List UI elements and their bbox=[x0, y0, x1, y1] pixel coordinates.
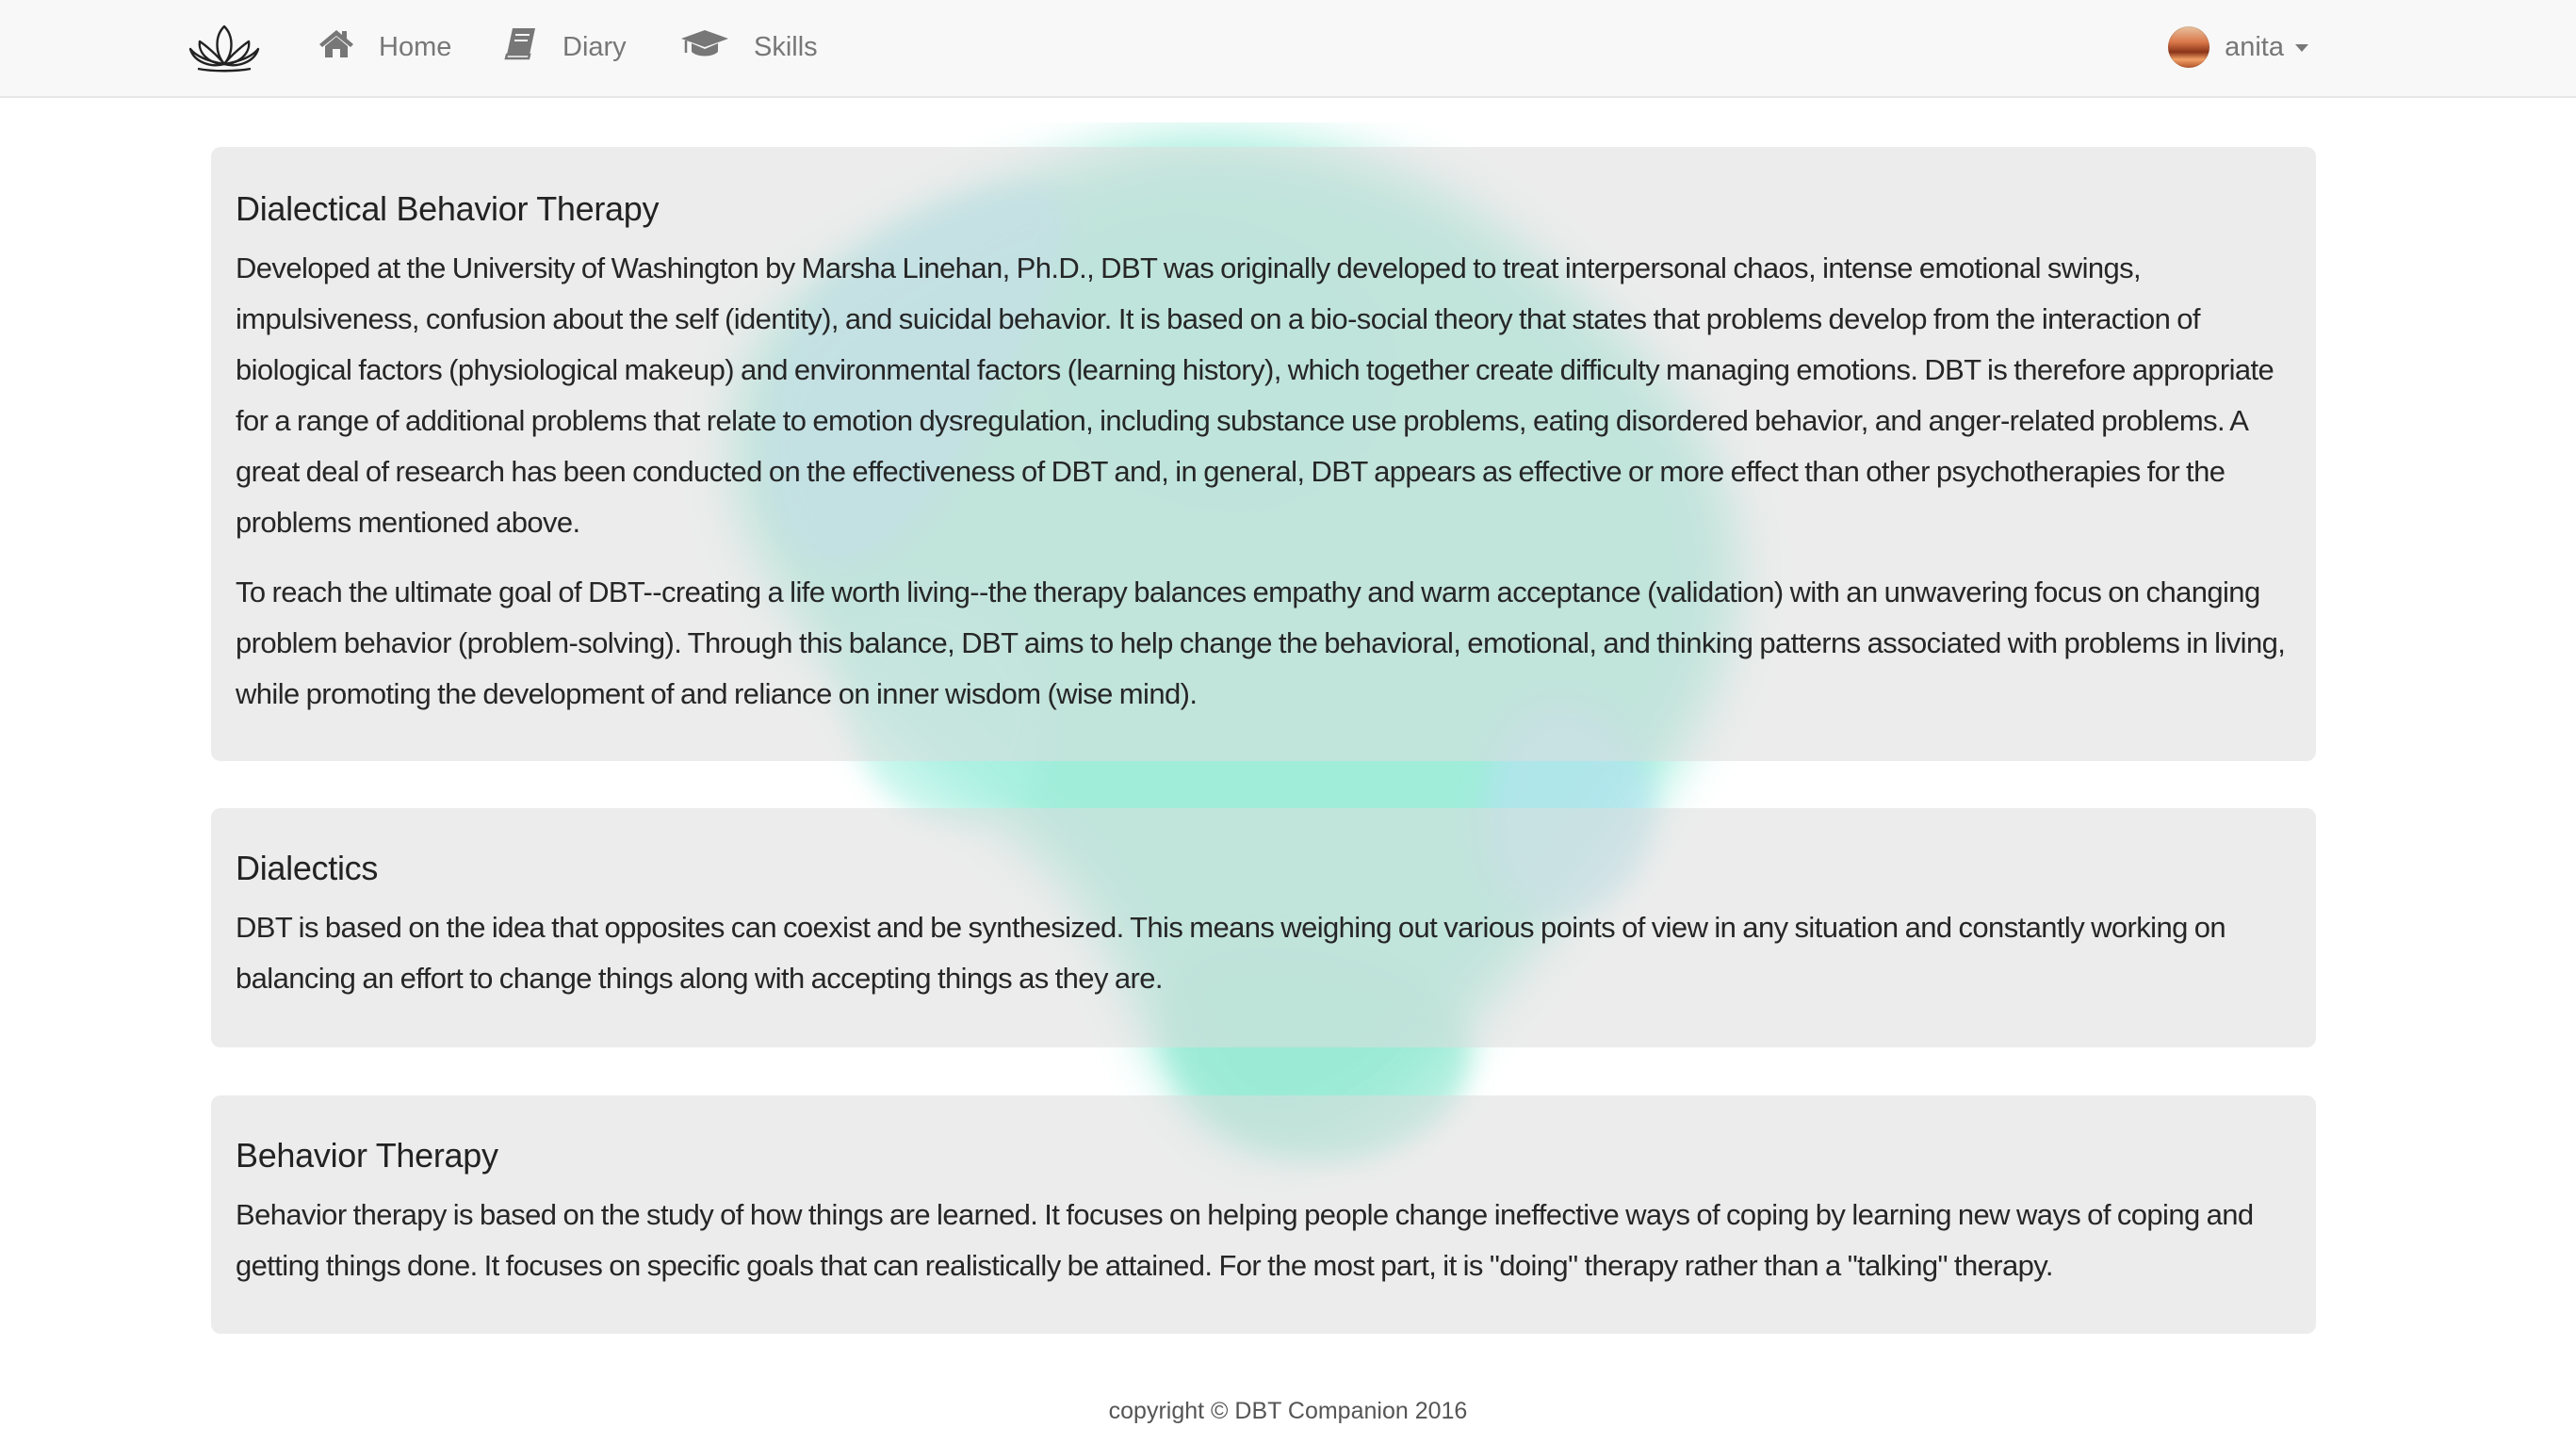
section-paragraph: To reach the ultimate goal of DBT--creat… bbox=[236, 576, 2286, 710]
nav-skills-label: Skills bbox=[754, 31, 818, 62]
section-dialectical-behavior-therapy: Dialectical Behavior Therapy Developed a… bbox=[211, 147, 2316, 761]
nav-home-label: Home bbox=[379, 31, 452, 62]
section-paragraph: Behavior therapy is based on the study o… bbox=[236, 1198, 2254, 1282]
caret-down-icon bbox=[2295, 44, 2308, 52]
section-paragraph: DBT is based on the idea that opposites … bbox=[236, 911, 2226, 995]
lotus-logo[interactable] bbox=[188, 21, 260, 73]
section-title: Dialectics bbox=[236, 849, 379, 887]
footer-copyright: copyright © DBT Companion 2016 bbox=[1108, 1398, 1468, 1424]
nav-skills[interactable]: Skills bbox=[680, 0, 818, 94]
user-menu-toggle[interactable]: anita bbox=[2168, 0, 2308, 94]
graduation-cap-icon bbox=[680, 28, 729, 66]
top-navbar: Home Diary Skills anita bbox=[0, 0, 2576, 98]
user-avatar bbox=[2168, 26, 2210, 68]
lotus-icon bbox=[188, 24, 260, 73]
user-name: anita bbox=[2225, 31, 2284, 62]
section-title: Behavior Therapy bbox=[236, 1136, 498, 1175]
nav-diary-label: Diary bbox=[562, 31, 627, 62]
book-icon bbox=[504, 26, 538, 68]
section-title: Dialectical Behavior Therapy bbox=[236, 189, 660, 228]
section-dialectics: Dialectics DBT is based on the idea that… bbox=[211, 808, 2316, 1047]
home-icon bbox=[318, 28, 354, 66]
nav-home[interactable]: Home bbox=[318, 0, 451, 94]
section-behavior-therapy: Behavior Therapy Behavior therapy is bas… bbox=[211, 1095, 2316, 1334]
nav-diary[interactable]: Diary bbox=[504, 0, 627, 94]
section-paragraph: Developed at the University of Washingto… bbox=[236, 251, 2274, 539]
